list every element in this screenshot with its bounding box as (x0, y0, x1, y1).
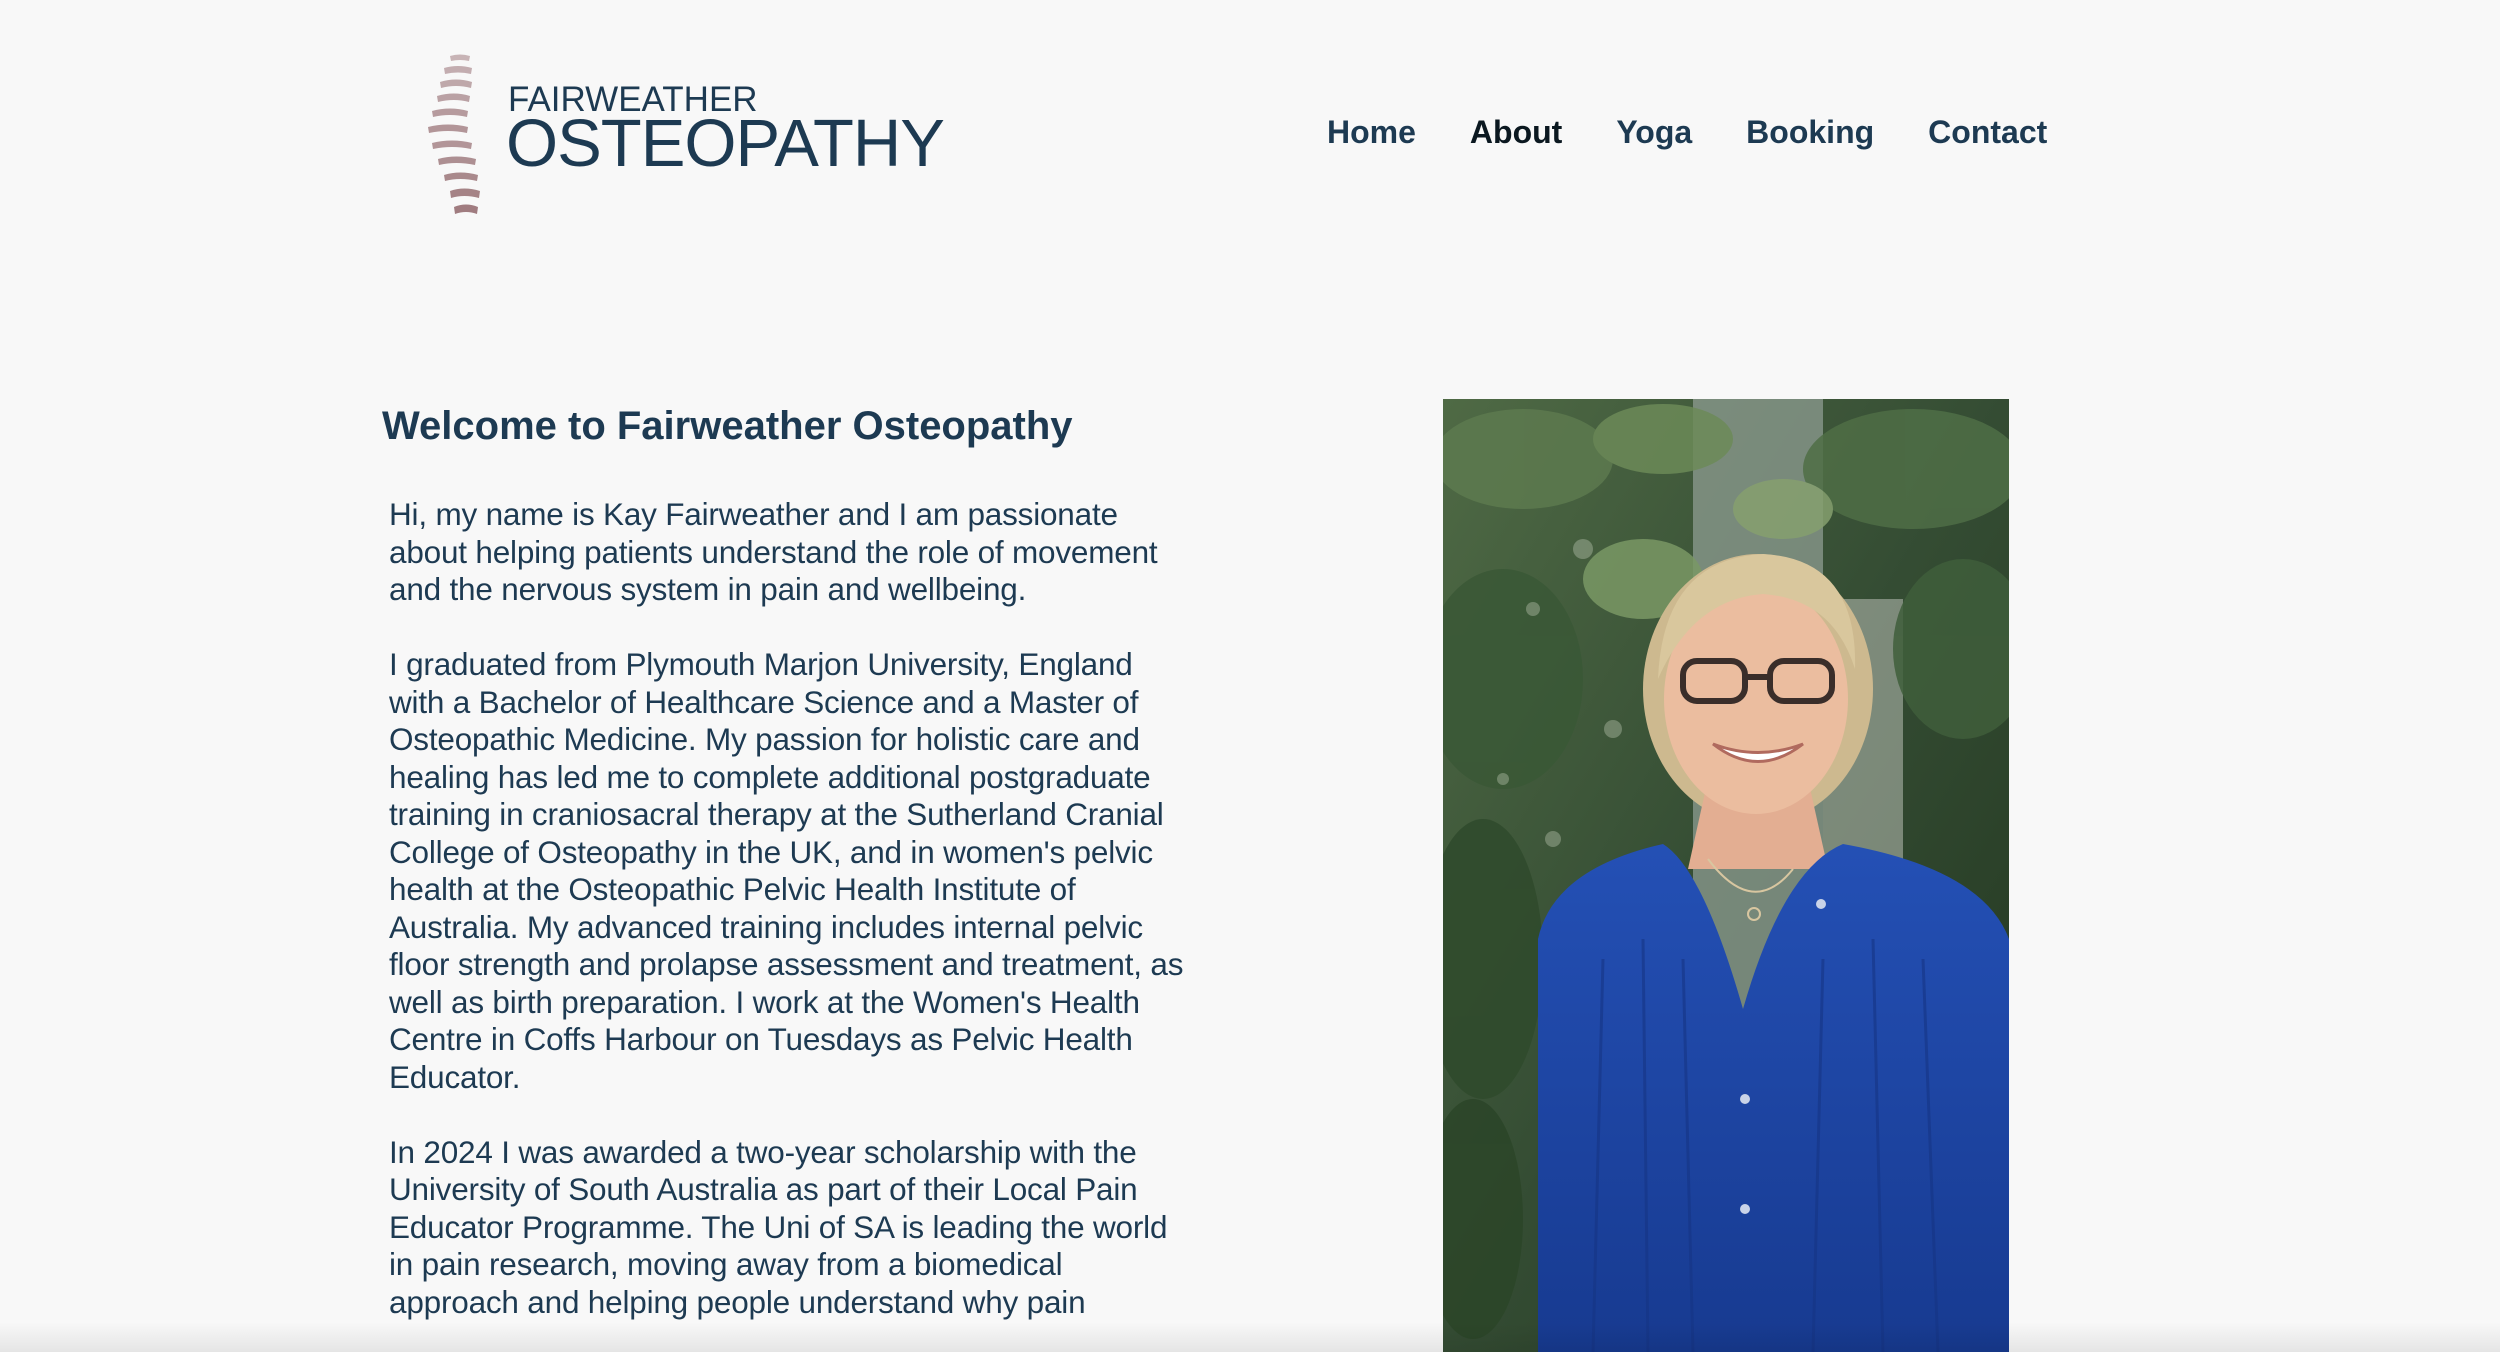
nav-contact[interactable]: Contact (1901, 110, 2074, 154)
portrait-photo (1443, 399, 2009, 1352)
scholarship-paragraph: In 2024 I was awarded a two-year scholar… (389, 1133, 1168, 1320)
nav-about[interactable]: About (1443, 110, 1589, 154)
education-paragraph: I graduated from Plymouth Marjon Univers… (389, 646, 1184, 1095)
logo-line-2: OSTEOPATHY (506, 106, 945, 181)
spine-logo-icon (428, 54, 480, 214)
intro-paragraph: Hi, my name is Kay Fairweather and I am … (389, 496, 1158, 607)
site-logo[interactable]: FAIRWEATHER OSTEOPATHY (420, 50, 960, 220)
nav-booking[interactable]: Booking (1719, 110, 1901, 154)
page-title: Welcome to Fairweather Osteopathy (382, 404, 1073, 448)
portrait-image (1443, 399, 2009, 1352)
site-header: FAIRWEATHER OSTEOPATHY Home About Yoga B… (0, 0, 2500, 260)
about-text: Hi, my name is Kay Fairweather and I am … (389, 496, 1184, 1321)
main-nav: Home About Yoga Booking Contact (1300, 110, 2074, 154)
about-content: Welcome to Fairweather Osteopathy Hi, my… (382, 400, 1184, 1352)
bottom-shadow (0, 1322, 2500, 1352)
nav-yoga[interactable]: Yoga (1589, 110, 1719, 154)
nav-home[interactable]: Home (1300, 110, 1443, 154)
